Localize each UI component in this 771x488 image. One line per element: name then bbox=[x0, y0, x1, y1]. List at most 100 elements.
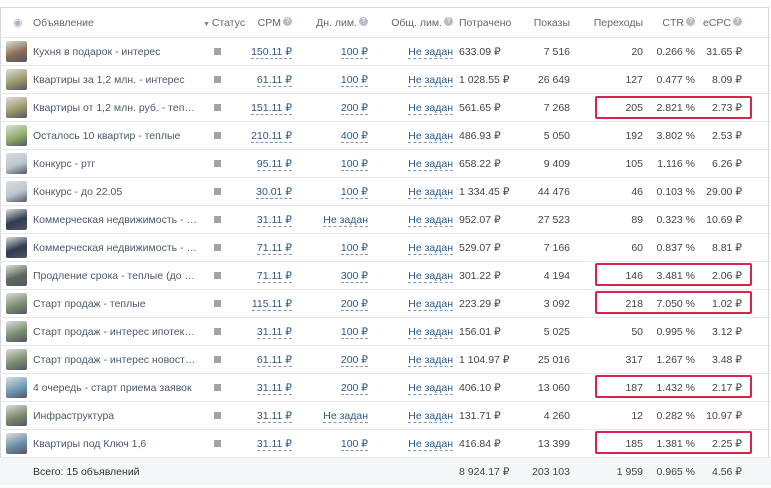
help-icon[interactable]: ? bbox=[733, 16, 742, 26]
day-limit-link[interactable]: 300 ₽ bbox=[340, 269, 368, 283]
column-name[interactable]: Объявление bbox=[30, 8, 200, 38]
day-limit-link[interactable]: 100 ₽ bbox=[340, 157, 368, 171]
status-cell[interactable] bbox=[200, 373, 235, 402]
day-limit-link[interactable]: Не задан bbox=[323, 409, 368, 423]
total-limit-link[interactable]: Не задан bbox=[408, 213, 453, 227]
day-limit-link[interactable]: 100 ₽ bbox=[340, 45, 368, 59]
total-limit-cell[interactable]: Не задан bbox=[371, 233, 456, 262]
cpm-link[interactable]: 31.11 ₽ bbox=[256, 437, 292, 451]
ad-name[interactable]: Квартиры за 1,2 млн. - интерес bbox=[30, 65, 200, 94]
table-row[interactable]: Инфраструктура 31.11 ₽ Не задан Не задан… bbox=[0, 401, 771, 430]
day-limit-link[interactable]: Не задан bbox=[323, 213, 368, 227]
cpm-cell[interactable]: 31.11 ₽ bbox=[235, 317, 295, 346]
cpm-link[interactable]: 71.11 ₽ bbox=[256, 241, 292, 255]
cpm-link[interactable]: 115.11 ₽ bbox=[251, 297, 292, 311]
status-cell[interactable] bbox=[200, 177, 235, 206]
status-cell[interactable] bbox=[200, 317, 235, 346]
table-row[interactable]: Старт продаж - интерес ипотека (до... 31… bbox=[0, 317, 771, 346]
cpm-link[interactable]: 30.01 ₽ bbox=[256, 185, 292, 199]
total-limit-link[interactable]: Не задан bbox=[408, 101, 453, 115]
ad-name[interactable]: Конкурс - ртг bbox=[30, 149, 200, 178]
day-limit-cell[interactable]: 200 ₽ bbox=[295, 345, 371, 374]
table-row[interactable]: Конкурс - ртг 95.11 ₽ 100 ₽ Не задан 658… bbox=[0, 149, 771, 178]
help-icon[interactable]: ? bbox=[686, 16, 695, 26]
total-limit-link[interactable]: Не задан bbox=[408, 297, 453, 311]
column-ctr[interactable]: CTR? bbox=[646, 8, 698, 38]
status-cell[interactable] bbox=[200, 345, 235, 374]
total-limit-cell[interactable]: Не задан bbox=[371, 149, 456, 178]
status-cell[interactable] bbox=[200, 37, 235, 66]
column-ecpc[interactable]: eCPC? bbox=[698, 8, 745, 38]
day-limit-cell[interactable]: 100 ₽ bbox=[295, 317, 371, 346]
ad-name[interactable]: Старт продаж - интерес ипотека (до... bbox=[30, 317, 200, 346]
total-limit-link[interactable]: Не задан bbox=[408, 269, 453, 283]
status-cell[interactable] bbox=[200, 121, 235, 150]
day-limit-link[interactable]: 100 ₽ bbox=[340, 325, 368, 339]
status-cell[interactable] bbox=[200, 205, 235, 234]
status-cell[interactable] bbox=[200, 429, 235, 458]
total-limit-cell[interactable]: Не задан bbox=[371, 401, 456, 430]
table-row[interactable]: Конкурс - до 22.05 30.01 ₽ 100 ₽ Не зада… bbox=[0, 177, 771, 206]
cpm-cell[interactable]: 31.11 ₽ bbox=[235, 429, 295, 458]
total-limit-link[interactable]: Не задан bbox=[408, 353, 453, 367]
cpm-link[interactable]: 210.11 ₽ bbox=[251, 129, 292, 143]
day-limit-cell[interactable]: 100 ₽ bbox=[295, 233, 371, 262]
total-limit-link[interactable]: Не задан bbox=[408, 409, 453, 423]
ad-name[interactable]: Продление срока - теплые (до 24.04) bbox=[30, 261, 200, 290]
total-limit-cell[interactable]: Не задан bbox=[371, 205, 456, 234]
cpm-link[interactable]: 31.11 ₽ bbox=[256, 409, 292, 423]
total-limit-cell[interactable]: Не задан bbox=[371, 289, 456, 318]
column-clicks[interactable]: Переходы bbox=[573, 8, 646, 38]
day-limit-cell[interactable]: 200 ₽ bbox=[295, 93, 371, 122]
day-limit-cell[interactable]: 300 ₽ bbox=[295, 261, 371, 290]
day-limit-cell[interactable]: 100 ₽ bbox=[295, 65, 371, 94]
cpm-cell[interactable]: 95.11 ₽ bbox=[235, 149, 295, 178]
day-limit-link[interactable]: 200 ₽ bbox=[340, 353, 368, 367]
ad-name[interactable]: Коммерческая недвижимость - инте... bbox=[30, 205, 200, 234]
ad-name[interactable]: Старт продаж - интерес новостройк... bbox=[30, 345, 200, 374]
cpm-link[interactable]: 31.11 ₽ bbox=[256, 381, 292, 395]
column-total-limit[interactable]: Общ. лим.? bbox=[371, 8, 456, 38]
cpm-cell[interactable]: 151.11 ₽ bbox=[235, 93, 295, 122]
cpm-cell[interactable]: 71.11 ₽ bbox=[235, 233, 295, 262]
cpm-cell[interactable]: 31.11 ₽ bbox=[235, 401, 295, 430]
cpm-link[interactable]: 61.11 ₽ bbox=[256, 353, 292, 367]
total-limit-link[interactable]: Не задан bbox=[408, 241, 453, 255]
visibility-toggle[interactable]: ◉ bbox=[0, 8, 30, 38]
day-limit-link[interactable]: 400 ₽ bbox=[340, 129, 368, 143]
column-status[interactable]: ▼ Статус bbox=[200, 8, 245, 38]
day-limit-cell[interactable]: 100 ₽ bbox=[295, 177, 371, 206]
day-limit-link[interactable]: 100 ₽ bbox=[340, 73, 368, 87]
total-limit-link[interactable]: Не задан bbox=[408, 73, 453, 87]
ad-name[interactable]: Квартиры под Ключ 1,6 bbox=[30, 429, 200, 458]
ad-name[interactable]: Инфраструктура bbox=[30, 401, 200, 430]
day-limit-cell[interactable]: 200 ₽ bbox=[295, 373, 371, 402]
day-limit-cell[interactable]: 200 ₽ bbox=[295, 289, 371, 318]
total-limit-cell[interactable]: Не задан bbox=[371, 317, 456, 346]
day-limit-cell[interactable]: 100 ₽ bbox=[295, 37, 371, 66]
cpm-link[interactable]: 150.11 ₽ bbox=[251, 45, 292, 59]
table-row[interactable]: Кухня в подарок - интерес 150.11 ₽ 100 ₽… bbox=[0, 37, 771, 66]
day-limit-cell[interactable]: 100 ₽ bbox=[295, 429, 371, 458]
total-limit-link[interactable]: Не задан bbox=[408, 325, 453, 339]
status-cell[interactable] bbox=[200, 401, 235, 430]
status-cell[interactable] bbox=[200, 261, 235, 290]
ad-name[interactable]: 4 очередь - старт приема заявок bbox=[30, 373, 200, 402]
total-limit-cell[interactable]: Не задан bbox=[371, 345, 456, 374]
cpm-link[interactable]: 151.11 ₽ bbox=[251, 101, 292, 115]
cpm-cell[interactable]: 30.01 ₽ bbox=[235, 177, 295, 206]
total-limit-cell[interactable]: Не задан bbox=[371, 261, 456, 290]
cpm-cell[interactable]: 31.11 ₽ bbox=[235, 373, 295, 402]
total-limit-cell[interactable]: Не задан bbox=[371, 37, 456, 66]
day-limit-cell[interactable]: 100 ₽ bbox=[295, 149, 371, 178]
total-limit-cell[interactable]: Не задан bbox=[371, 373, 456, 402]
table-row[interactable]: Квартиры за 1,2 млн. - интерес 61.11 ₽ 1… bbox=[0, 65, 771, 94]
total-limit-link[interactable]: Не задан bbox=[408, 381, 453, 395]
total-limit-link[interactable]: Не задан bbox=[408, 129, 453, 143]
table-row[interactable]: Коммерческая недвижимость - инте... 31.1… bbox=[0, 205, 771, 234]
total-limit-cell[interactable]: Не задан bbox=[371, 177, 456, 206]
total-limit-cell[interactable]: Не задан bbox=[371, 429, 456, 458]
day-limit-link[interactable]: 200 ₽ bbox=[340, 101, 368, 115]
column-spent[interactable]: Потрачено bbox=[456, 8, 511, 38]
ad-name[interactable]: Квартиры от 1,2 млн. руб. - теплые bbox=[30, 93, 200, 122]
